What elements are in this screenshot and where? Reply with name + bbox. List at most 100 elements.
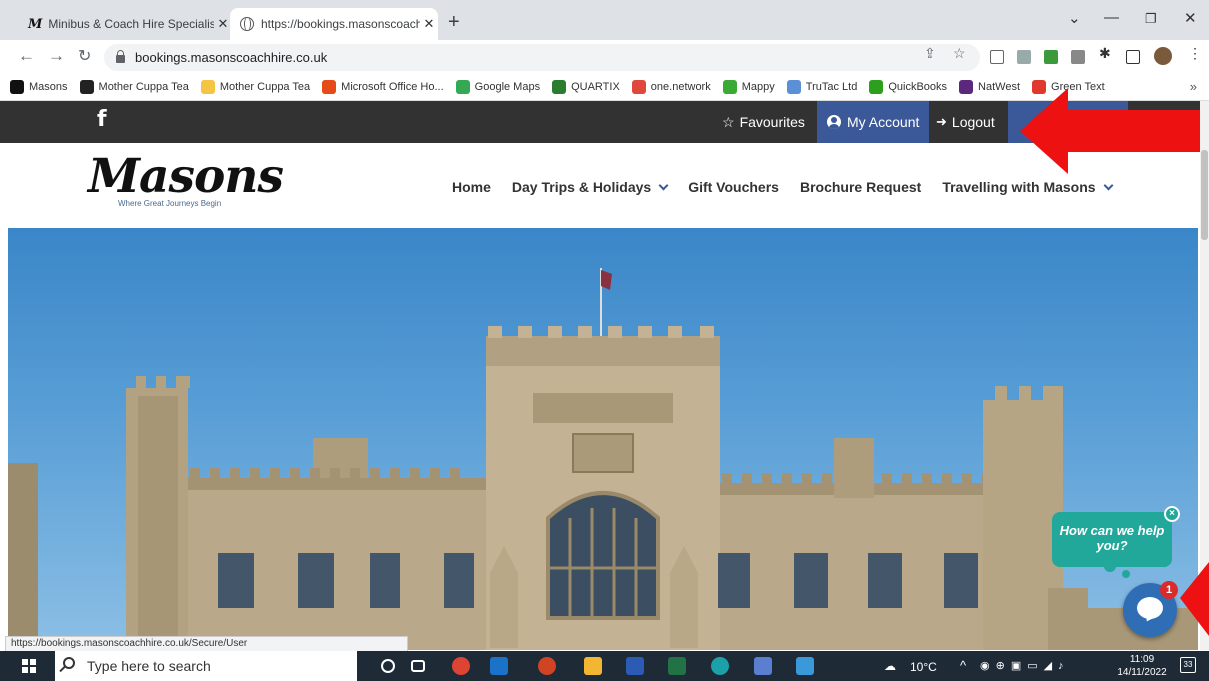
profile-avatar[interactable] — [1154, 47, 1172, 65]
notification-center-icon[interactable]: 33 — [1180, 657, 1196, 673]
logout-label: Logout — [951, 114, 995, 130]
tab-search-chevron-icon[interactable]: ⌄ — [1068, 9, 1081, 27]
nav-item-label: Day Trips & Holidays — [511, 179, 652, 195]
bookmark-item[interactable]: one.network — [631, 80, 711, 94]
powerpoint-taskbar-icon[interactable] — [538, 657, 556, 675]
address-bar[interactable]: bookings.masonscoachhire.co.uk — [104, 44, 980, 71]
chat-prompt-bubble[interactable]: How can we help you? — [1052, 512, 1172, 567]
tab-minibus-coach-hire[interactable]: M Minibus & Coach Hire Specialists ✕ — [20, 8, 232, 40]
nav-item-day-trips-holidays[interactable]: Day Trips & Holidays — [511, 179, 669, 195]
tab-title: https://bookings.masonscoachhi — [261, 17, 420, 31]
excel-taskbar-icon[interactable] — [668, 657, 686, 675]
bookmark-label: NatWest — [978, 81, 1021, 93]
my-account-label: My Account — [847, 114, 920, 130]
back-button[interactable]: ← — [18, 46, 35, 66]
office-icon — [322, 80, 337, 94]
nav-item-label: Brochure Request — [799, 179, 922, 195]
clock-time: 11:09 — [1129, 654, 1155, 665]
bookmark-item[interactable]: Mother Cuppa Tea — [200, 80, 310, 94]
extension-icon[interactable] — [1044, 50, 1058, 64]
folder-icon — [200, 80, 215, 94]
bookmark-label: Masons — [29, 81, 68, 93]
quickbooks-icon — [869, 80, 884, 94]
main-navigation: Home Day Trips & Holidays Gift Vouchers Bro… — [452, 179, 1133, 195]
bookmark-item[interactable]: Masons — [10, 80, 68, 94]
bookmark-label: Mother Cuppa Tea — [98, 81, 189, 93]
nav-item-travelling-with-masons[interactable]: Travelling with Masons — [942, 179, 1114, 195]
app-taskbar-icon[interactable] — [754, 657, 772, 675]
restore-button[interactable]: ❐ — [1145, 11, 1157, 27]
bookmark-item[interactable]: Mappy — [722, 80, 775, 94]
menu-dots-icon[interactable]: ⋮ — [1188, 45, 1202, 62]
reload-button[interactable]: ↻ — [78, 46, 91, 66]
quartix-icon — [552, 80, 567, 94]
word-taskbar-icon[interactable] — [626, 657, 644, 675]
scrollbar-thumb[interactable] — [1201, 150, 1208, 240]
trutac-icon — [786, 80, 801, 94]
taskbar-search-input[interactable]: Type here to search — [55, 651, 357, 681]
new-tab-button[interactable]: + — [448, 11, 460, 34]
forward-button[interactable]: → — [48, 46, 65, 66]
url-text: bookings.masonscoachhire.co.uk — [135, 50, 328, 65]
cortana-icon[interactable] — [381, 659, 395, 673]
bookmark-item[interactable]: QuickBooks — [869, 80, 947, 94]
bookmark-label: QUARTIX — [571, 81, 620, 93]
browser-tab-strip: M Minibus & Coach Hire Specialists ✕ htt… — [0, 0, 1209, 40]
bookmark-label: Microsoft Office Ho... — [341, 81, 444, 93]
red-arrow-annotation — [1020, 88, 1200, 174]
share-icon[interactable]: ⇪ — [924, 45, 936, 62]
bookmark-item[interactable]: QUARTIX — [552, 80, 620, 94]
clock-date: 14/11/2022 — [1117, 667, 1167, 678]
nav-item-home[interactable]: Home — [452, 179, 491, 195]
facebook-icon[interactable]: f — [97, 107, 107, 132]
outlook-taskbar-icon[interactable] — [490, 657, 508, 675]
nav-item-label: Home — [452, 179, 491, 195]
bookmark-item[interactable]: Mother Cuppa Tea — [79, 80, 189, 94]
extension-icon[interactable] — [1017, 50, 1031, 64]
bookmark-item[interactable]: TruTac Ltd — [786, 80, 857, 94]
globe-icon — [240, 16, 254, 31]
extension-icon[interactable] — [1071, 50, 1085, 64]
favourites-link[interactable]: ☆ Favourites — [712, 101, 815, 143]
extension-icon[interactable] — [990, 50, 1004, 64]
bookmark-star-icon[interactable]: ☆ — [953, 45, 966, 62]
weather-temp[interactable]: 10°C — [910, 660, 937, 674]
chrome-taskbar-icon[interactable] — [452, 657, 470, 675]
logout-link[interactable]: ➜ Logout — [926, 101, 1005, 143]
nav-item-brochure-request[interactable]: Brochure Request — [800, 179, 921, 195]
tab-title: Minibus & Coach Hire Specialists — [48, 17, 214, 31]
puzzle-extensions-icon[interactable]: ✱ — [1099, 45, 1111, 62]
lock-icon[interactable] — [116, 50, 125, 63]
maps-pin-icon — [455, 80, 470, 94]
chat-dot — [1122, 570, 1130, 578]
my-account-link[interactable]: My Account — [817, 101, 930, 143]
side-panel-icon[interactable] — [1126, 50, 1140, 64]
windows-start-icon[interactable] — [22, 659, 36, 673]
masons-logo[interactable]: Masons Where Great Journeys Begin — [88, 149, 284, 209]
favourites-label: Favourites — [739, 114, 805, 130]
chevron-down-icon — [658, 180, 669, 190]
bookmark-label: one.network — [650, 81, 711, 93]
taskbar-clock[interactable]: 11:09 14/11/2022 — [1117, 653, 1167, 679]
chat-unread-badge: 1 — [1160, 581, 1178, 599]
tray-chevron-icon[interactable]: ^ — [960, 658, 966, 673]
bookmark-label: QuickBooks — [888, 81, 948, 93]
browser-toolbar: ← → ↻ bookings.masonscoachhire.co.uk ⇪ ☆… — [0, 40, 1209, 74]
edge-taskbar-icon[interactable] — [711, 657, 729, 675]
close-window-button[interactable]: ✕ — [1184, 9, 1197, 27]
file-explorer-taskbar-icon[interactable] — [584, 657, 602, 675]
task-view-icon[interactable] — [411, 660, 425, 672]
bookmark-item[interactable]: Microsoft Office Ho... — [322, 80, 444, 94]
weather-cloud-icon[interactable]: ☁ — [884, 659, 896, 673]
bookmark-item[interactable]: NatWest — [959, 80, 1020, 94]
logo-wordmark: Masons — [88, 149, 284, 204]
chat-close-icon[interactable]: × — [1164, 506, 1180, 522]
minimize-button[interactable]: — — [1104, 9, 1119, 26]
system-tray-icons[interactable]: ◉⊕▣▭◢♪ — [980, 659, 1070, 672]
red-arrow-annotation — [1180, 562, 1209, 636]
bookmark-item[interactable]: Google Maps — [455, 80, 540, 94]
tab-close-icon[interactable]: ✕ — [420, 16, 438, 32]
photos-taskbar-icon[interactable] — [796, 657, 814, 675]
tab-bookings[interactable]: https://bookings.masonscoachhi ✕ — [230, 8, 438, 40]
nav-item-gift-vouchers[interactable]: Gift Vouchers — [688, 179, 779, 195]
